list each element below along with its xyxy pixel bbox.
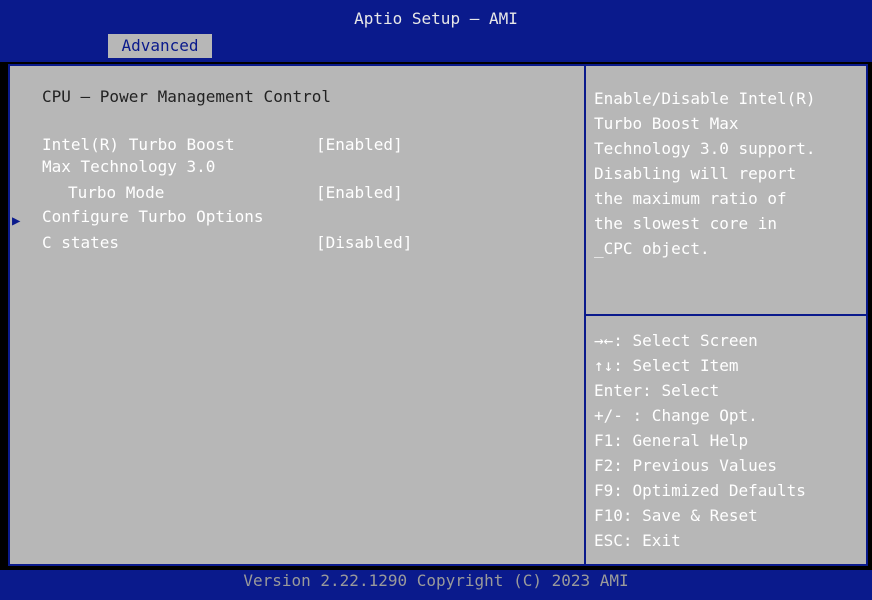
page-title: CPU – Power Management Control	[42, 87, 331, 106]
key-hint-previous-values: F2: Previous Values	[594, 456, 778, 475]
setting-label-c-states[interactable]: C states	[42, 232, 119, 254]
key-hint-general-help: F1: General Help	[594, 431, 749, 450]
key-hint-select-item: ↑↓: Select Item	[594, 356, 739, 375]
submenu-configure-turbo-options[interactable]: Configure Turbo Options	[42, 206, 264, 228]
setting-label-turbo-boost-max-line1[interactable]: Intel(R) Turbo Boost	[42, 134, 235, 156]
setting-value-turbo-boost-max[interactable]: [Enabled]	[316, 134, 403, 156]
left-right-arrows-icon: →←	[594, 331, 614, 350]
key-hint-select-screen: →←: Select Screen	[594, 331, 758, 350]
setting-label-turbo-boost-max-line2[interactable]: Max Technology 3.0	[42, 156, 215, 178]
main-panel: CPU – Power Management Control Intel(R) …	[8, 64, 868, 566]
setting-value-c-states[interactable]: [Disabled]	[316, 232, 412, 254]
horizontal-divider	[586, 314, 866, 316]
tab-advanced[interactable]: Advanced	[108, 34, 212, 58]
setting-value-turbo-mode[interactable]: [Enabled]	[316, 182, 403, 204]
up-down-arrows-icon: ↑↓	[594, 356, 614, 375]
key-legend: →←: Select Screen ↑↓: Select Item Enter:…	[594, 328, 862, 553]
key-hint-save-reset: F10: Save & Reset	[594, 506, 758, 525]
setting-label-turbo-mode[interactable]: Turbo Mode	[68, 182, 164, 204]
right-triangle-icon: ▶	[12, 213, 21, 229]
footer-version: Version 2.22.1290 Copyright (C) 2023 AMI	[0, 570, 872, 600]
key-hint-optimized-defaults: F9: Optimized Defaults	[594, 481, 806, 500]
app-title: Aptio Setup – AMI	[354, 9, 518, 28]
key-hint-enter: Enter: Select	[594, 381, 720, 400]
key-hint-change-opt: +/- : Change Opt.	[594, 406, 758, 425]
key-hint-exit: ESC: Exit	[594, 531, 681, 550]
title-bar: Aptio Setup – AMI Advanced	[0, 0, 872, 62]
help-description: Enable/Disable Intel(R) Turbo Boost Max …	[594, 89, 816, 258]
